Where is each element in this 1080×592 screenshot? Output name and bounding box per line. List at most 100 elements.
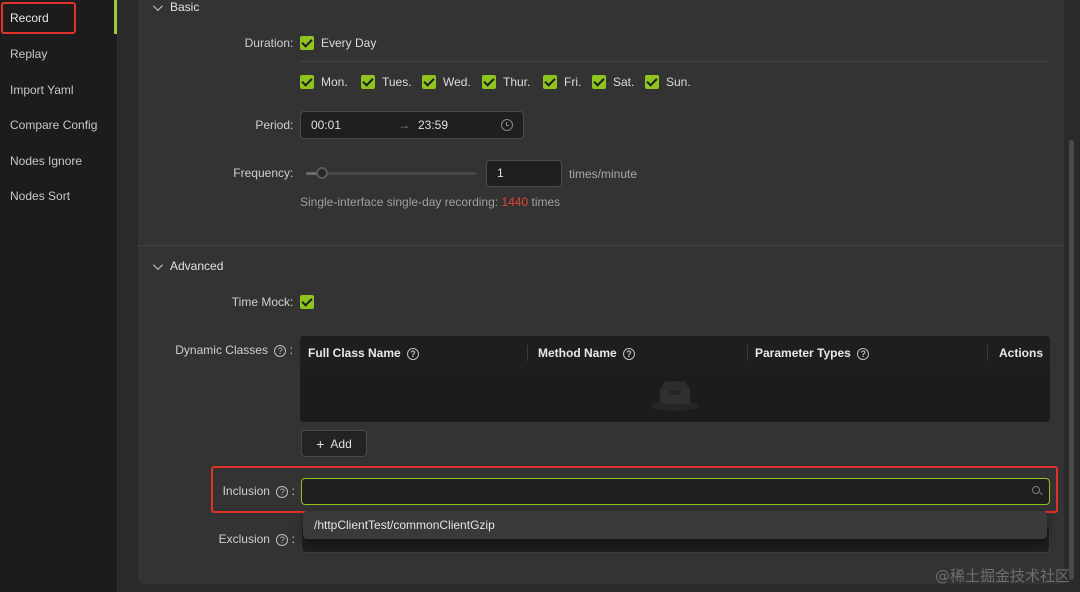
day-checkbox-tues[interactable]: Tues.: [361, 72, 412, 92]
checkbox-checked-icon: [482, 75, 496, 89]
frequency-input[interactable]: 1: [486, 160, 562, 187]
arrow-right-icon: →: [398, 118, 410, 132]
frequency-slider-handle[interactable]: [316, 167, 328, 179]
frequency-slider-track[interactable]: [306, 172, 476, 175]
checkbox-checked-icon: [422, 75, 436, 89]
day-label: Mon.: [321, 75, 348, 89]
period-time-range-picker[interactable]: 00:01 → 23:59: [300, 111, 524, 139]
chevron-down-icon: [152, 0, 163, 11]
advanced-section-header[interactable]: Advanced: [150, 257, 223, 275]
advanced-section-title: Advanced: [170, 259, 224, 273]
dynamic-classes-text: Dynamic Classes: [175, 343, 268, 357]
duration-divider: [300, 61, 1049, 62]
th-label: Method Name: [538, 346, 617, 360]
day-label: Sun.: [666, 75, 691, 89]
inclusion-label: Inclusion ? :: [180, 481, 295, 501]
plus-icon: +: [316, 435, 325, 452]
table-empty-body: [300, 370, 1050, 422]
exclusion-text: Exclusion: [218, 532, 270, 546]
sidebar-item-nodes-sort[interactable]: Nodes Sort: [10, 185, 70, 207]
exclusion-label: Exclusion ? :: [180, 529, 295, 549]
dynamic-classes-table: Full Class Name ? Method Name ? Paramete…: [300, 336, 1050, 422]
search-icon: [1032, 486, 1040, 494]
checkbox-checked-icon: [300, 295, 314, 309]
column-separator: [987, 345, 988, 361]
checkbox-checked-icon: [543, 75, 557, 89]
every-day-checkbox[interactable]: Every Day: [300, 33, 376, 53]
period-start-time[interactable]: 00:01: [311, 118, 341, 132]
day-label: Thur.: [503, 75, 531, 89]
time-mock-checkbox[interactable]: [300, 292, 314, 312]
day-label: Wed.: [443, 75, 471, 89]
add-button-label: Add: [330, 436, 352, 451]
inclusion-input[interactable]: [301, 478, 1050, 505]
hint-suffix: times: [531, 195, 561, 209]
exclusion-colon: :: [291, 532, 295, 546]
duration-label: Duration: [244, 36, 290, 50]
question-circle-icon[interactable]: ?: [623, 347, 636, 360]
day-label: Fri.: [564, 75, 582, 89]
frequency-unit: times/minute: [569, 167, 638, 181]
question-circle-icon[interactable]: ?: [276, 533, 289, 546]
dropdown-option[interactable]: /httpClientTest/commonClientGzip: [314, 516, 495, 534]
checkbox-checked-icon: [645, 75, 659, 89]
hint-count: 1440: [501, 195, 529, 209]
sidebar-item-compare-config[interactable]: Compare Config: [10, 114, 97, 136]
duration-colon: :: [290, 36, 294, 50]
question-circle-icon[interactable]: ?: [407, 347, 420, 360]
question-circle-icon[interactable]: ?: [857, 347, 870, 360]
day-checkbox-mon[interactable]: Mon.: [300, 72, 348, 92]
period-label: Period: [255, 118, 290, 132]
sidebar-item-replay[interactable]: Replay: [10, 43, 47, 65]
recording-hint: Single-interface single-day recording: 1…: [300, 192, 560, 212]
clock-icon: [501, 119, 513, 131]
day-checkbox-wed[interactable]: Wed.: [422, 72, 471, 92]
column-separator: [747, 345, 748, 361]
dynamic-classes-label: Dynamic Classes ? :: [160, 340, 293, 360]
dynamic-classes-colon: :: [289, 343, 293, 357]
day-checkbox-fri[interactable]: Fri.: [543, 72, 581, 92]
th-label: Parameter Types: [755, 346, 851, 360]
period-end-time[interactable]: 23:59: [418, 118, 448, 132]
period-colon: :: [290, 118, 294, 132]
inclusion-colon: :: [291, 484, 295, 498]
day-checkbox-sun[interactable]: Sun.: [645, 72, 691, 92]
time-mock-colon: :: [290, 295, 294, 309]
add-button[interactable]: + Add: [301, 430, 367, 457]
basic-section-header[interactable]: Basic: [150, 0, 199, 16]
time-mock-label: Time Mock: [231, 295, 290, 309]
th-parameter-types: Parameter Types ?: [755, 336, 870, 370]
section-divider: [138, 245, 1064, 246]
question-circle-icon[interactable]: ?: [274, 344, 287, 357]
question-circle-icon[interactable]: ?: [276, 485, 289, 498]
frequency-label: Frequency: [233, 166, 290, 180]
sidebar: Record Replay Import Yaml Compare Config…: [0, 0, 118, 592]
frequency-colon: :: [290, 166, 294, 180]
every-day-label: Every Day: [321, 36, 377, 50]
sidebar-item-import-yaml[interactable]: Import Yaml: [10, 79, 74, 101]
checkbox-checked-icon: [300, 75, 314, 89]
inclusion-dropdown: /httpClientTest/commonClientGzip: [303, 511, 1047, 539]
sidebar-item-record[interactable]: Record: [10, 7, 49, 29]
day-checkbox-thur[interactable]: Thur.: [482, 72, 530, 92]
column-separator: [527, 345, 528, 361]
checkbox-checked-icon: [592, 75, 606, 89]
day-label: Tues.: [382, 75, 412, 89]
chevron-down-icon: [152, 259, 163, 270]
th-actions: Actions: [999, 346, 1044, 360]
th-label: Full Class Name: [308, 346, 401, 360]
empty-inbox-icon: [651, 381, 699, 411]
th-method-name: Method Name ?: [538, 336, 636, 370]
scrollbar-thumb[interactable]: [1069, 140, 1074, 580]
basic-section-title: Basic: [170, 0, 200, 14]
day-label: Sat.: [613, 75, 635, 89]
inclusion-text: Inclusion: [222, 484, 270, 498]
hint-prefix: Single-interface single-day recording:: [300, 195, 499, 209]
table-header: Full Class Name ? Method Name ? Paramete…: [300, 336, 1050, 370]
sidebar-item-nodes-ignore[interactable]: Nodes Ignore: [10, 150, 82, 172]
day-checkbox-sat[interactable]: Sat.: [592, 72, 634, 92]
active-indicator: [114, 0, 117, 34]
th-full-class-name: Full Class Name ?: [308, 336, 420, 370]
checkbox-checked-icon: [300, 36, 314, 50]
checkbox-checked-icon: [361, 75, 375, 89]
